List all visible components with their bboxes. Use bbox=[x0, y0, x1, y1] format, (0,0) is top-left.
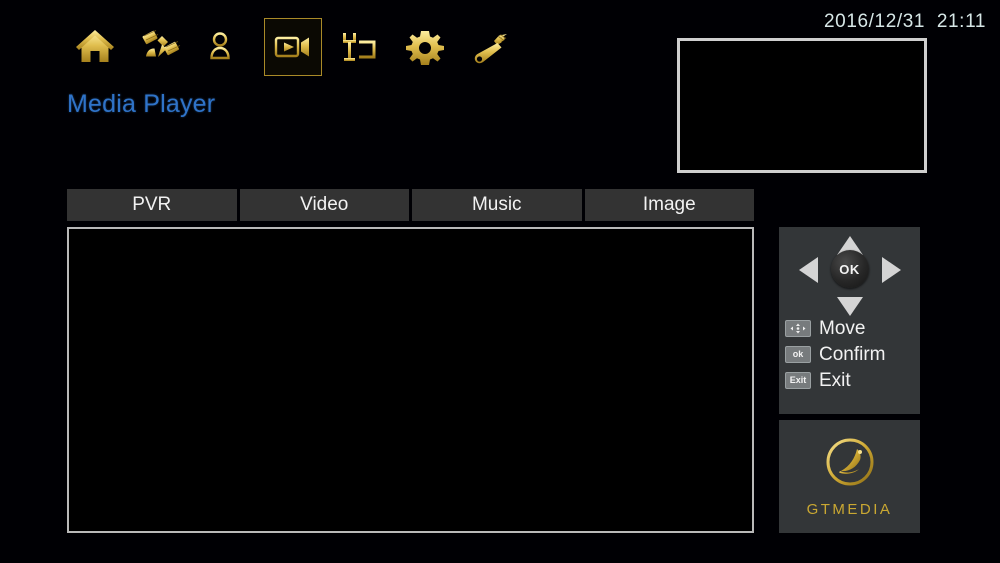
media-file-list[interactable] bbox=[67, 227, 754, 533]
media-category-tabs: PVR Video Music Image bbox=[67, 189, 754, 221]
dpad-key-icon bbox=[785, 319, 811, 337]
tab-video[interactable]: Video bbox=[239, 189, 409, 221]
nav-expand-icon-button[interactable] bbox=[330, 18, 388, 76]
nav-media-player-icon-button[interactable] bbox=[264, 18, 322, 76]
dpad-control[interactable]: OK bbox=[795, 236, 905, 316]
gtmedia-satellite-dish-logo bbox=[823, 435, 877, 494]
nav-tools-icon-button[interactable] bbox=[462, 18, 520, 76]
main-menu-icon-bar bbox=[66, 18, 520, 76]
legend-exit-label: Exit bbox=[819, 369, 851, 391]
navigation-help-panel: OK Move ok Confirm Exit Exit bbox=[779, 227, 920, 414]
ok-key-icon: ok bbox=[785, 345, 811, 363]
legend-confirm: ok Confirm bbox=[785, 342, 920, 366]
datetime-display: 2016/12/31 21:11 bbox=[824, 11, 986, 32]
stb-media-player-screen: Media Player 2016/12/31 21:11 PVR Video … bbox=[0, 0, 1000, 563]
home-icon bbox=[75, 28, 115, 66]
user-list-icon bbox=[207, 28, 247, 66]
legend-move: Move bbox=[785, 316, 920, 340]
video-camera-icon bbox=[273, 28, 313, 66]
down-arrow-icon[interactable] bbox=[836, 297, 863, 316]
brand-panel: GTMEDIA bbox=[779, 420, 920, 533]
tab-image[interactable]: Image bbox=[584, 189, 754, 221]
right-arrow-icon[interactable] bbox=[881, 257, 901, 283]
nav-satellite-icon-button[interactable] bbox=[132, 18, 190, 76]
tab-music[interactable]: Music bbox=[412, 189, 582, 221]
video-preview-window[interactable] bbox=[677, 38, 927, 173]
ok-button[interactable]: OK bbox=[830, 250, 869, 288]
monitor-antenna-icon bbox=[339, 28, 379, 66]
legend-move-label: Move bbox=[819, 317, 866, 339]
exit-key-icon: Exit bbox=[785, 371, 811, 389]
page-title: Media Player bbox=[67, 90, 216, 118]
legend-confirm-label: Confirm bbox=[819, 343, 886, 365]
gear-icon bbox=[405, 28, 445, 66]
legend-exit: Exit Exit bbox=[785, 368, 920, 392]
tab-pvr[interactable]: PVR bbox=[67, 189, 237, 221]
wrench-icon bbox=[471, 28, 511, 66]
nav-home-icon-button[interactable] bbox=[66, 18, 124, 76]
left-arrow-icon[interactable] bbox=[798, 257, 818, 283]
nav-channel-list-icon-button[interactable] bbox=[198, 18, 256, 76]
satellite-icon bbox=[141, 28, 181, 66]
nav-system-setting-icon-button[interactable] bbox=[396, 18, 454, 76]
brand-name: GTMEDIA bbox=[806, 501, 893, 518]
